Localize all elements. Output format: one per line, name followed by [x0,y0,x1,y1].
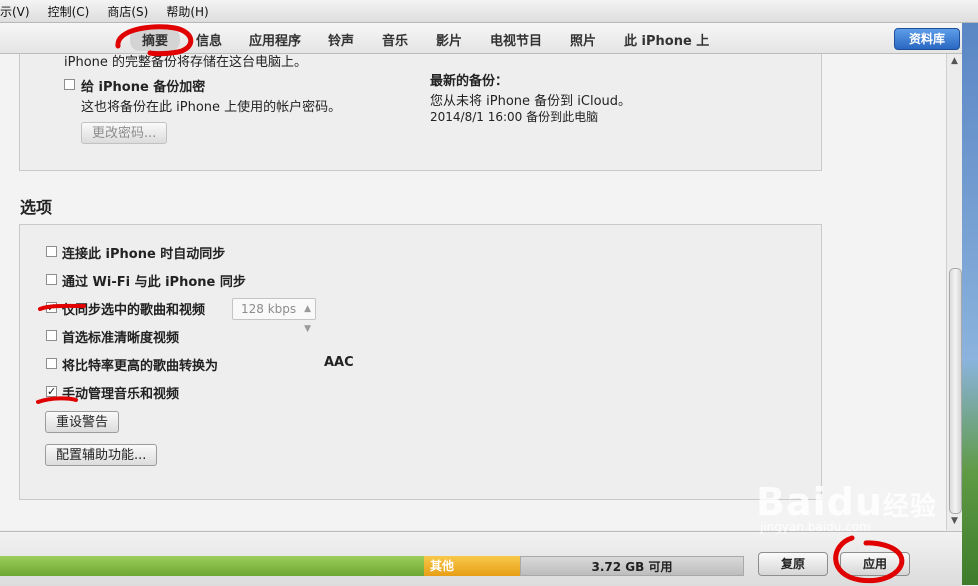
menu-help[interactable]: 帮助(H) [166,3,208,20]
storage-other-segment: 其他 [424,556,520,576]
manual-manage-label: 手动管理音乐和视频 [62,387,180,402]
options-title: 选项 [20,198,53,217]
library-button[interactable]: 资料库 [894,28,960,50]
convert-bitrate-checkbox[interactable] [46,358,57,369]
tab-photos[interactable]: 照片 [570,30,596,49]
desktop-background [962,23,978,585]
menu-store[interactable]: 商店(S) [107,3,148,20]
menu-bar: 示(V) 控制(C) 商店(S) 帮助(H) [0,0,978,23]
prefer-sd-video-checkbox[interactable] [46,330,57,341]
convert-bitrate-label: 将比特率更高的歌曲转换为 [62,359,219,374]
restore-button[interactable]: 复原 [758,552,828,576]
bitrate-value: 128 kbps [241,302,297,316]
storage-free-segment: 3.72 GB 可用 [520,556,744,576]
tab-movies[interactable]: 影片 [436,30,462,49]
storage-used-segment [0,556,424,576]
encrypt-backup-desc: 这也将备份在此 iPhone 上使用的帐户密码。 [81,100,342,115]
configure-accessibility-button[interactable]: 配置辅助功能... [45,444,158,466]
bitrate-select[interactable]: 128 kbps ▲ ▼ [232,298,316,334]
encrypt-backup-label: 给 iPhone 备份加密 [81,80,206,95]
encrypt-backup-checkbox[interactable] [64,79,75,90]
sync-checked-only-checkbox[interactable]: ✓ [46,302,57,313]
backup-cut-text: iPhone 的完整备份将存储在这台电脑上。 [64,55,308,70]
scroll-down-icon[interactable]: ▼ [949,516,960,526]
stepper-arrows-icon: ▲ ▼ [304,304,311,334]
change-password-button[interactable]: 更改密码... [81,122,168,144]
scroll-thumb[interactable] [949,268,962,514]
wifi-sync-checkbox[interactable] [46,274,57,285]
sync-checked-only-label: 仅同步选中的歌曲和视频 [62,303,206,318]
prefer-sd-video-label: 首选标准清晰度视频 [62,331,180,346]
summary-content: iPhone 的完整备份将存储在这台电脑上。 给 iPhone 备份加密 这也将… [0,54,946,530]
tab-apps[interactable]: 应用程序 [249,30,301,49]
vertical-scrollbar[interactable]: ▲ ▼ [946,54,963,530]
apply-button[interactable]: 应用 [840,552,910,576]
device-tab-bar: 摘要 信息 应用程序 铃声 音乐 影片 电视节目 照片 此 iPhone 上 资… [0,23,962,54]
scroll-up-icon[interactable]: ▲ [949,56,960,66]
latest-backup-title: 最新的备份： [430,74,509,89]
tab-music[interactable]: 音乐 [382,30,408,49]
auto-sync-label: 连接此 iPhone 时自动同步 [62,247,226,262]
tab-ringtones[interactable]: 铃声 [328,30,354,49]
tab-info[interactable]: 信息 [196,30,222,49]
menu-controls[interactable]: 控制(C) [48,3,90,20]
tab-summary[interactable]: 摘要 [130,28,181,51]
auto-sync-checkbox[interactable] [46,246,57,257]
bitrate-format: AAC [324,355,354,370]
latest-backup-pc: 2014/8/1 16:00 备份到此电脑 [430,110,599,124]
reset-warnings-button[interactable]: 重设警告 [45,411,120,433]
tab-on-this-iphone[interactable]: 此 iPhone 上 [624,30,709,49]
latest-backup-icloud: 您从未将 iPhone 备份到 iCloud。 [430,94,632,109]
manual-manage-checkbox[interactable]: ✓ [46,386,57,397]
menu-view[interactable]: 示(V) [0,3,30,20]
capacity-bar-area: 其他 3.72 GB 可用 复原 应用 [0,531,962,586]
wifi-sync-label: 通过 Wi-Fi 与此 iPhone 同步 [62,275,246,290]
tab-tv-shows[interactable]: 电视节目 [490,30,542,49]
